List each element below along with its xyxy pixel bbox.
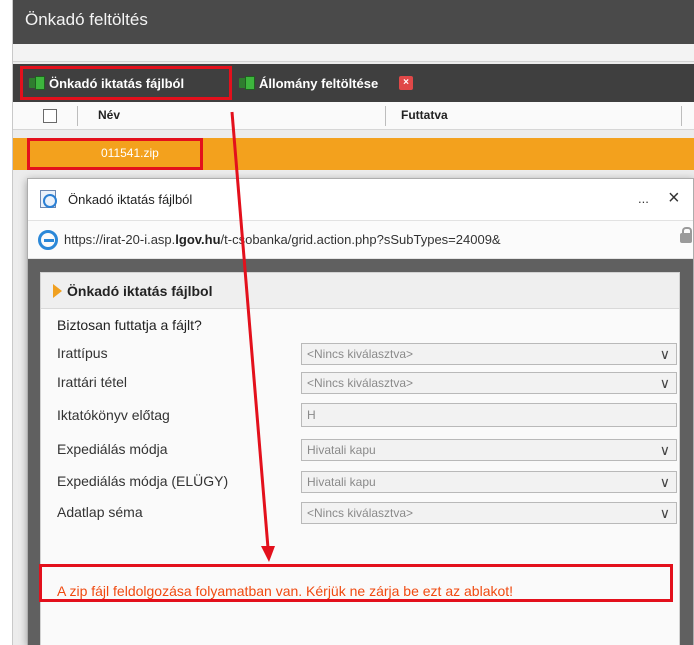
archive-item-select[interactable]: <Nincs kiválasztva> ∨ bbox=[301, 372, 677, 394]
dialog-titlebar: Önkadó iktatás fájlból ... × bbox=[28, 179, 693, 221]
annotation-box-status-message bbox=[39, 564, 673, 602]
upload-file-button[interactable]: Állomány feltöltése bbox=[235, 64, 415, 102]
column-divider bbox=[681, 106, 682, 126]
more-options-button[interactable]: ... bbox=[638, 191, 649, 206]
url-domain: lgov.hu bbox=[175, 232, 221, 247]
dispatch-method-select[interactable]: Hivatali kapu ∨ bbox=[301, 439, 677, 461]
header-separator bbox=[13, 44, 694, 62]
column-header-name[interactable]: Név bbox=[98, 108, 120, 122]
delete-icon[interactable]: × bbox=[399, 76, 413, 90]
datasheet-schema-select[interactable]: <Nincs kiválasztva> ∨ bbox=[301, 502, 677, 524]
chevron-down-icon: ∨ bbox=[659, 442, 670, 458]
field-label-dispatch-method: Expediálás módja bbox=[57, 441, 168, 457]
registry-prefix-input[interactable]: H bbox=[301, 403, 677, 427]
datasheet-schema-value: <Nincs kiválasztva> bbox=[307, 506, 414, 520]
field-label-document-type: Irattípus bbox=[57, 345, 108, 361]
document-type-select[interactable]: <Nincs kiválasztva> ∨ bbox=[301, 343, 677, 365]
panel-title: Önkadó iktatás fájlbol bbox=[67, 283, 213, 299]
panel-arrow-icon bbox=[53, 284, 62, 298]
column-header-run[interactable]: Futtatva bbox=[401, 108, 448, 122]
archive-item-value: <Nincs kiválasztva> bbox=[307, 376, 414, 390]
annotation-box-import-button bbox=[20, 66, 232, 100]
url-text: https://irat-20-i.asp.lgov.hu/t-csobanka… bbox=[64, 232, 501, 247]
field-label-archive-item: Irattári tétel bbox=[57, 374, 128, 390]
field-label-datasheet-schema: Adatlap séma bbox=[57, 504, 143, 520]
excel-icon bbox=[239, 76, 255, 90]
dispatch-method-elugy-value: Hivatali kapu bbox=[307, 475, 376, 489]
app-title: Önkadó feltöltés bbox=[25, 10, 148, 29]
page-icon bbox=[40, 190, 57, 208]
upload-file-label: Állomány feltöltése bbox=[259, 75, 379, 91]
chevron-down-icon: ∨ bbox=[659, 474, 670, 490]
field-label-dispatch-method-elugy: Expediálás módja (ELÜGY) bbox=[57, 473, 229, 489]
field-label-registry-prefix: Iktatókönyv előtag bbox=[57, 407, 170, 423]
annotation-box-file-row bbox=[27, 138, 203, 170]
grid-header: Név Futtatva bbox=[13, 102, 694, 130]
dialog-title: Önkadó iktatás fájlból bbox=[68, 192, 193, 207]
app-header: Önkadó feltöltés bbox=[13, 0, 694, 44]
chevron-down-icon: ∨ bbox=[659, 375, 670, 391]
panel-header: Önkadó iktatás fájlbol bbox=[41, 273, 679, 309]
chevron-down-icon: ∨ bbox=[659, 505, 670, 521]
close-icon[interactable]: × bbox=[668, 187, 680, 210]
url-prefix: https://irat-20-i.asp. bbox=[64, 232, 176, 247]
address-bar[interactable]: https://irat-20-i.asp.lgov.hu/t-csobanka… bbox=[28, 221, 693, 259]
chevron-down-icon: ∨ bbox=[659, 346, 670, 362]
dispatch-method-elugy-select[interactable]: Hivatali kapu ∨ bbox=[301, 471, 677, 493]
dispatch-method-value: Hivatali kapu bbox=[307, 443, 376, 457]
url-path: /t-csobanka/grid.action.php?sSubTypes=24… bbox=[220, 232, 501, 247]
browser-icon bbox=[38, 230, 58, 250]
column-divider bbox=[385, 106, 386, 126]
lock-icon bbox=[680, 227, 692, 243]
confirm-question: Biztosan futtatja a fájlt? bbox=[57, 317, 202, 333]
column-divider bbox=[77, 106, 78, 126]
select-all-checkbox[interactable] bbox=[43, 109, 57, 123]
document-type-value: <Nincs kiválasztva> bbox=[307, 347, 414, 361]
